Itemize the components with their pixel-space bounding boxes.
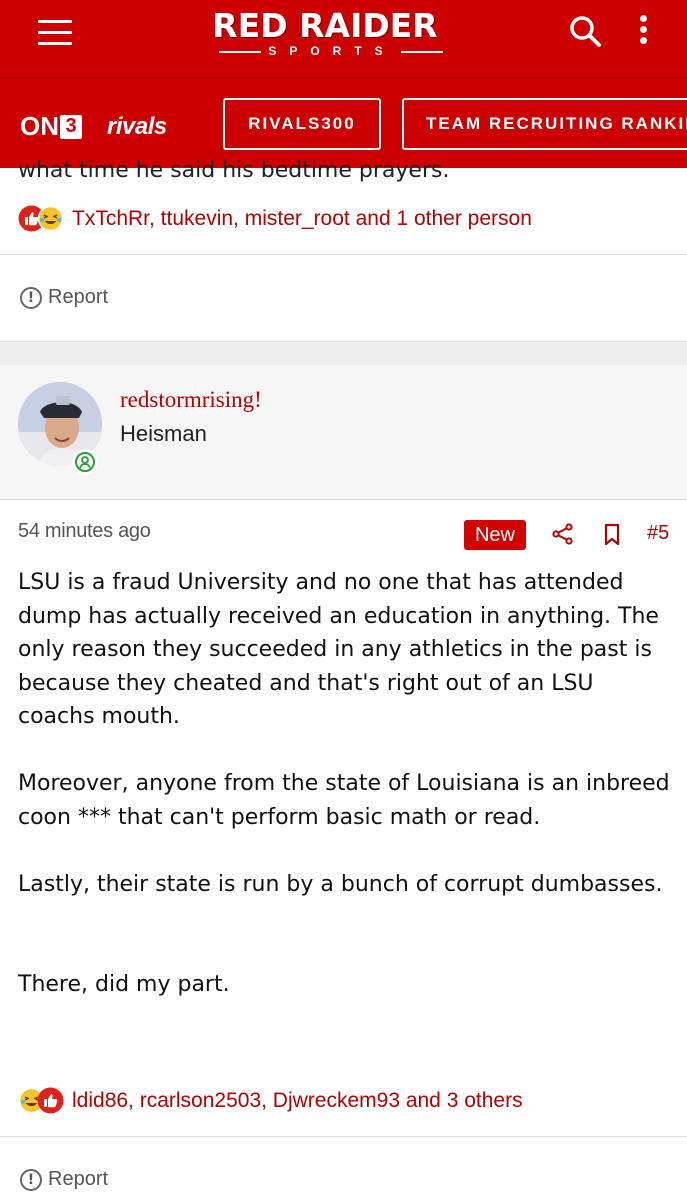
post-body: LSU is a fraud University and no one tha… — [18, 566, 673, 1002]
post-timestamp[interactable]: 54 minutes ago — [18, 520, 151, 543]
author-title: Heisman — [120, 421, 207, 446]
report-button[interactable]: ! Report — [20, 286, 108, 309]
thumbs-up-icon — [37, 1087, 64, 1114]
share-icon[interactable] — [551, 522, 575, 546]
report-icon: ! — [20, 286, 42, 309]
menu-icon[interactable] — [38, 20, 74, 48]
post-paragraph: LSU is a fraud University and no one tha… — [18, 570, 659, 729]
reaction-icons — [18, 1087, 66, 1115]
post-author-block: redstormrising! Heisman — [0, 365, 687, 499]
post-paragraph: Moreover, anyone from the state of Louis… — [18, 771, 670, 830]
post-paragraph: Lastly, their state is run by a bunch of… — [18, 871, 663, 897]
reactions-names: TxTchRr, ttukevin, mister_root and 1 oth… — [72, 207, 532, 230]
network-nav: ON 3 rivals RIVALS300 TEAM RECRUITING RAN… — [0, 78, 687, 168]
logo-sub-text: SPORTS — [205, 44, 445, 58]
reaction-icons — [18, 205, 66, 233]
rivals300-button[interactable]: RIVALS300 — [223, 98, 381, 150]
bookmark-icon[interactable] — [601, 522, 623, 548]
logo-main-text: RED RAIDER — [212, 6, 438, 45]
report-icon: ! — [20, 1168, 42, 1191]
team-recruiting-rankings-button[interactable]: TEAM RECRUITING RANKIN — [402, 98, 687, 150]
previous-post-text: what time he said his bedtime prayers. — [18, 158, 450, 183]
site-logo[interactable]: RED RAIDER SPORTS — [205, 8, 445, 60]
laugh-cry-icon — [37, 205, 64, 232]
report-label: Report — [48, 1168, 109, 1190]
divider — [0, 499, 687, 500]
rivals-logo[interactable]: rivals — [107, 113, 167, 141]
divider — [0, 254, 687, 255]
report-button[interactable]: ! Report — [20, 1168, 108, 1191]
on3-logo[interactable]: ON 3 — [20, 111, 82, 142]
on3-label: ON — [20, 111, 59, 141]
post-number-link[interactable]: #5 — [647, 522, 669, 545]
post-paragraph: There, did my part. — [18, 972, 230, 997]
post-reactions[interactable]: ldid86, rcarlson2503, Djwreckem93 and 3 … — [18, 1086, 523, 1116]
new-badge: New — [464, 520, 526, 550]
online-status-icon — [72, 449, 98, 475]
more-vertical-icon[interactable] — [632, 12, 654, 52]
report-label: Report — [48, 286, 109, 308]
reactions-names: ldid86, rcarlson2503, Djwreckem93 and 3 … — [72, 1089, 523, 1112]
top-header: RED RAIDER SPORTS — [0, 0, 687, 78]
search-icon[interactable] — [566, 12, 606, 52]
divider — [0, 1136, 687, 1137]
on3-number: 3 — [60, 114, 82, 139]
post-separator — [0, 341, 687, 365]
author-username[interactable]: redstormrising! — [120, 387, 262, 413]
previous-post-reactions[interactable]: TxTchRr, ttukevin, mister_root and 1 oth… — [18, 204, 532, 234]
